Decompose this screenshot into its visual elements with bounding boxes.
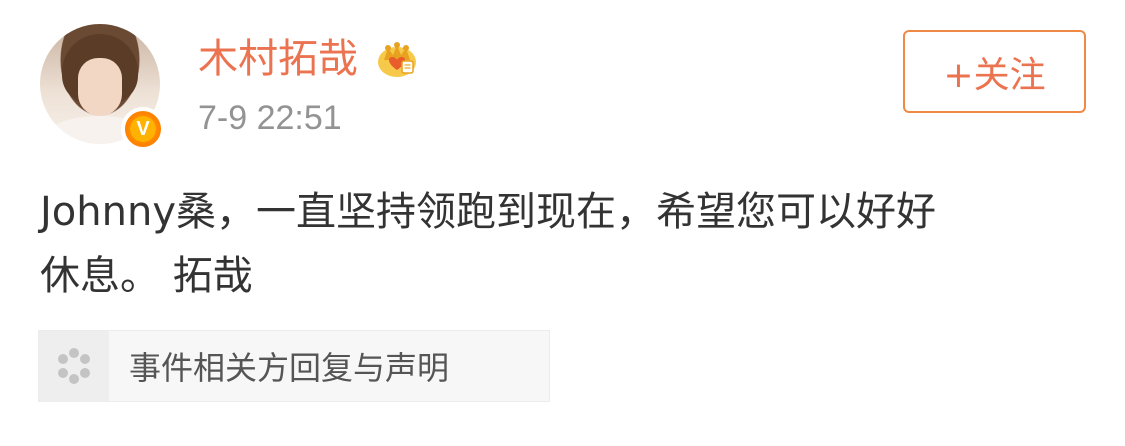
post-content: Johnny桑，一直坚持领跑到现在，希望您可以好好 休息。 拓哉 xyxy=(40,180,1090,308)
follow-button[interactable]: +关注 xyxy=(903,30,1086,113)
username[interactable]: 木村拓哉 xyxy=(198,34,358,84)
post-content-line-1: Johnny桑，一直坚持领跑到现在，希望您可以好好 xyxy=(40,189,936,235)
verified-v-icon: V xyxy=(121,107,165,151)
crown-icon[interactable] xyxy=(376,40,418,78)
verified-badge-letter: V xyxy=(128,114,158,144)
event-card[interactable]: 事件相关方回复与声明 xyxy=(38,330,550,402)
loading-dots-icon xyxy=(58,348,90,384)
post-content-line-2: 休息。 拓哉 xyxy=(40,253,253,299)
event-icon-container xyxy=(39,331,109,401)
avatar-face xyxy=(78,58,122,116)
event-card-label: 事件相关方回复与声明 xyxy=(129,349,450,387)
weibo-post: V 木村拓哉 7-9 22:51 +关注 Johnny桑，一直坚持领跑到现在，希… xyxy=(0,0,1125,446)
post-timestamp: 7-9 22:51 xyxy=(198,99,342,137)
